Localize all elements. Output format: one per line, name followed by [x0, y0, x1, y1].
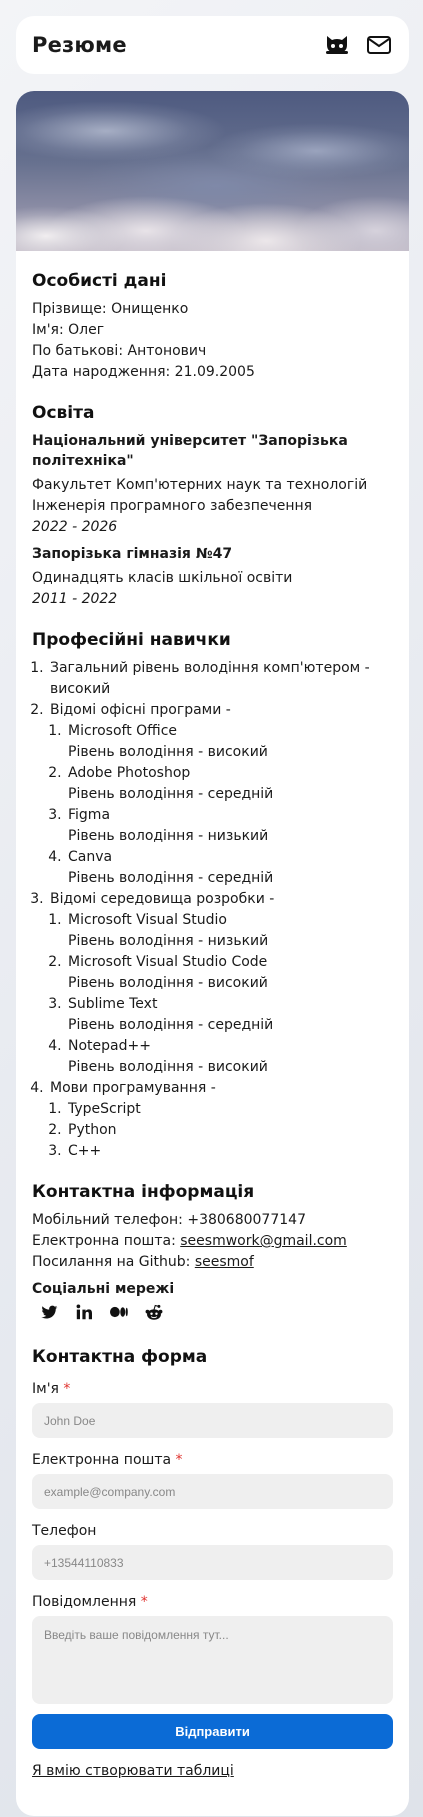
ide-level: Рівень володіння - високий [68, 975, 268, 991]
ide-label: Відомі середовища розробки - [50, 891, 275, 907]
office-level: Рівень володіння - середній [68, 870, 274, 886]
twitter-icon[interactable] [40, 1303, 58, 1321]
name-input[interactable] [32, 1403, 393, 1438]
university-name: Національний університет "Запорізька пол… [32, 433, 348, 469]
github-link[interactable]: seesmof [195, 1254, 254, 1270]
school-description: Одинадцять класів шкільної освіти [32, 570, 293, 586]
ide-level: Рівень володіння - високий [68, 1059, 268, 1075]
education-heading: Освіта [32, 403, 95, 423]
page-title: Резюме [32, 33, 127, 57]
required-mark: * [140, 1594, 148, 1610]
office-name: Adobe Photoshop [68, 765, 191, 781]
email-link[interactable]: seesmwork@gmail.com [180, 1233, 347, 1249]
office-level: Рівень володіння - високий [68, 744, 268, 760]
phone-input[interactable] [32, 1545, 393, 1580]
list-item: Canva Рівень володіння - середній [66, 847, 393, 889]
header-icons [323, 31, 393, 59]
email-field-label: Електронна пошта * [32, 1452, 393, 1468]
list-item: C++ [66, 1141, 393, 1162]
email-label: Електронна пошта: [32, 1233, 181, 1249]
message-field-label: Повідомлення * [32, 1594, 393, 1610]
ide-name: Notepad++ [68, 1038, 151, 1054]
office-name: Figma [68, 807, 111, 823]
required-mark: * [63, 1381, 71, 1397]
office-name: Microsoft Office [68, 723, 178, 739]
contact-heading: Контактна інформація [32, 1182, 255, 1202]
office-list: Microsoft Office Рівень володіння - висок… [50, 721, 393, 889]
list-item: Microsoft Office Рівень володіння - висок… [66, 721, 393, 763]
skill-languages: Мови програмування - TypeScript Python C… [48, 1078, 393, 1162]
github-icon[interactable] [323, 31, 351, 59]
office-name: Canva [68, 849, 113, 865]
birthdate: Дата народження: 21.09.2005 [32, 364, 255, 380]
list-item: Adobe Photoshop Рівень володіння - середн… [66, 763, 393, 805]
resume-content: Особисті дані Прізвище: Онищенко Ім'я: О… [16, 271, 409, 1779]
school-name: Запорізька гімназія №47 [32, 546, 233, 562]
list-item: Sublime Text Рівень володіння - середній [66, 994, 393, 1036]
contact-phone: Мобільний телефон: +380680077147 [32, 1212, 306, 1228]
skill-office: Відомі офісні програми - Microsoft Offic… [48, 700, 393, 889]
list-item: Microsoft Visual Studio Рівень володіння … [66, 910, 393, 952]
ide-name: Sublime Text [68, 996, 158, 1012]
ide-name: Microsoft Visual Studio Code [68, 954, 268, 970]
name-field-label: Ім'я * [32, 1381, 393, 1397]
ide-level: Рівень володіння - середній [68, 1017, 274, 1033]
message-textarea[interactable] [32, 1616, 393, 1704]
cloud-banner-image [16, 91, 409, 251]
label-text: Електронна пошта [32, 1452, 172, 1468]
patronymic: По батькові: Антонович [32, 343, 207, 359]
social-heading: Соціальні мережі [32, 1281, 175, 1297]
ide-list: Microsoft Visual Studio Рівень володіння … [50, 910, 393, 1078]
form-heading: Контактна форма [32, 1347, 208, 1367]
submit-button[interactable]: Відправити [32, 1714, 393, 1749]
languages-list: TypeScript Python C++ [50, 1099, 393, 1162]
ide-level: Рівень володіння - низький [68, 933, 269, 949]
required-mark: * [175, 1452, 183, 1468]
list-item: Python [66, 1120, 393, 1141]
surname: Прізвище: Онищенко [32, 301, 189, 317]
label-text: Повідомлення [32, 1594, 137, 1610]
skill-general: Загальний рівень володіння комп'ютером -… [48, 658, 393, 700]
tables-link[interactable]: Я вмію створювати таблиці [32, 1763, 234, 1779]
github-label: Посилання на Github: [32, 1254, 195, 1270]
phone-field-label: Телефон [32, 1523, 97, 1539]
languages-label: Мови програмування - [50, 1080, 216, 1096]
header-bar: Резюме [16, 16, 409, 74]
linkedin-icon[interactable] [75, 1303, 93, 1321]
office-level: Рівень володіння - середній [68, 786, 274, 802]
medium-icon[interactable] [110, 1303, 128, 1321]
reddit-icon[interactable] [145, 1303, 163, 1321]
skills-heading: Професійні навички [32, 630, 231, 650]
university-years: 2022 - 2026 [32, 519, 118, 535]
university-faculty: Факультет Комп'ютерних наук та технологі… [32, 477, 368, 493]
ide-name: Microsoft Visual Studio [68, 912, 227, 928]
label-text: Ім'я [32, 1381, 59, 1397]
first-name: Ім'я: Олег [32, 322, 105, 338]
contact-form: Ім'я * Електронна пошта * Телефон Повідо… [32, 1381, 393, 1749]
skill-ide: Відомі середовища розробки - Microsoft V… [48, 889, 393, 1078]
email-input[interactable] [32, 1474, 393, 1509]
mail-icon[interactable] [365, 31, 393, 59]
contact-email: Електронна пошта: seesmwork@gmail.com [32, 1231, 393, 1252]
personal-heading: Особисті дані [32, 271, 167, 291]
list-item: Figma Рівень володіння - низький [66, 805, 393, 847]
social-links [40, 1303, 393, 1321]
office-level: Рівень володіння - низький [68, 828, 269, 844]
office-label: Відомі офісні програми - [50, 702, 231, 718]
list-item: Notepad++ Рівень володіння - високий [66, 1036, 393, 1078]
resume-card: Особисті дані Прізвище: Онищенко Ім'я: О… [16, 91, 409, 1816]
list-item: Microsoft Visual Studio Code Рівень волод… [66, 952, 393, 994]
university-specialty: Інженерія програмного забезпечення [32, 498, 313, 514]
skills-list: Загальний рівень володіння комп'ютером -… [32, 658, 393, 1162]
contact-github: Посилання на Github: seesmof [32, 1252, 393, 1273]
school-years: 2011 - 2022 [32, 591, 118, 607]
list-item: TypeScript [66, 1099, 393, 1120]
